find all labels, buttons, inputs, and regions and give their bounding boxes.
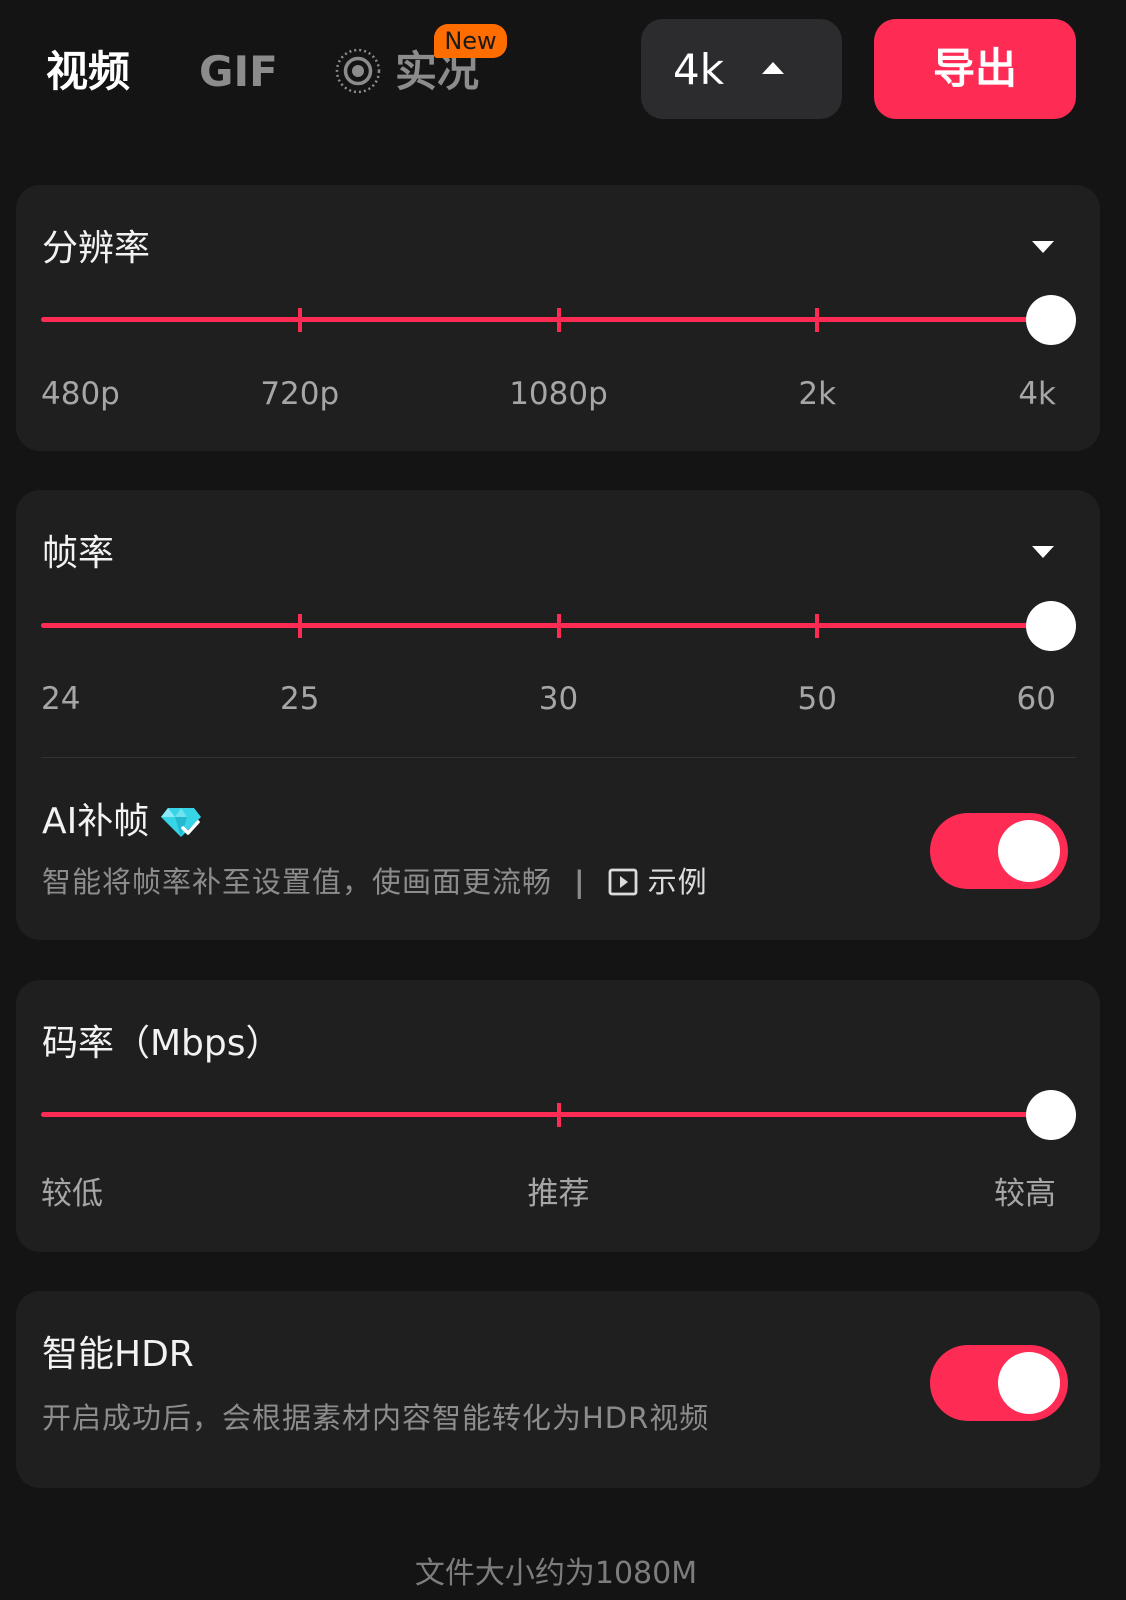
resolution-option-label: 1080p xyxy=(509,376,608,412)
bitrate-slider[interactable] xyxy=(41,1090,1076,1140)
resolution-tick xyxy=(556,308,561,332)
ai-interpolation-title-row: AI补帧 xyxy=(42,800,202,844)
frame-rate-slider[interactable] xyxy=(41,601,1076,651)
frame-rate-slider-thumb[interactable] xyxy=(1026,601,1076,651)
bitrate-option-label: 推荐 xyxy=(527,1176,590,1212)
smart-hdr-title: 智能HDR xyxy=(42,1334,194,1375)
resolution-title: 分辨率 xyxy=(42,228,151,269)
bitrate-labels: 较低 推荐 较高 xyxy=(41,1175,1076,1213)
ai-interpolation-description: 智能将帧率补至设置值，使画面更流畅 xyxy=(42,865,553,899)
live-photo-icon xyxy=(335,48,381,94)
frame-rate-option-label: 50 xyxy=(797,681,837,717)
resolution-labels: 480p 720p 1080p 2k 4k xyxy=(41,375,1076,413)
diamond-icon xyxy=(161,808,202,837)
resolution-option-label: 2k xyxy=(798,376,837,412)
ai-interpolation-title: AI补帧 xyxy=(42,801,150,842)
bitrate-option-label: 较低 xyxy=(41,1176,103,1212)
caret-down-icon[interactable] xyxy=(1032,241,1054,253)
ai-interpolation-description-row: 智能将帧率补至设置值，使画面更流畅 | 示例 xyxy=(42,863,708,901)
caret-up-icon xyxy=(762,62,784,74)
new-badge: New xyxy=(434,24,507,58)
smart-hdr-description: 开启成功后，会根据素材内容智能转化为HDR视频 xyxy=(42,1401,710,1435)
toggle-knob xyxy=(998,1352,1060,1414)
example-link[interactable]: 示例 xyxy=(648,863,708,901)
file-size-estimate: 文件大小约为1080M xyxy=(414,1556,698,1591)
tab-gif[interactable]: GIF xyxy=(199,47,278,97)
frame-rate-option-label: 24 xyxy=(41,681,81,717)
frame-rate-tick xyxy=(297,614,302,638)
frame-rate-option-label: 30 xyxy=(538,681,579,717)
quality-selector[interactable]: 4k xyxy=(641,19,842,119)
bitrate-tick xyxy=(556,1103,561,1127)
frame-rate-card: 帧率 24 25 30 50 60 AI补帧 智能将帧率补至设置值，使画面更流畅 | 示… xyxy=(16,490,1100,940)
smart-hdr-card: 智能HDR 开启成功后，会根据素材内容智能转化为HDR视频 xyxy=(16,1291,1100,1488)
frame-rate-option-label: 60 xyxy=(1016,681,1056,717)
bitrate-slider-thumb[interactable] xyxy=(1026,1090,1076,1140)
caret-down-icon[interactable] xyxy=(1032,546,1054,558)
play-box-icon[interactable] xyxy=(608,868,638,896)
frame-rate-labels: 24 25 30 50 60 xyxy=(41,680,1076,718)
separator: | xyxy=(574,865,586,899)
resolution-tick xyxy=(815,308,820,332)
bitrate-card: 码率（Mbps） 较低 推荐 较高 xyxy=(16,980,1100,1252)
frame-rate-tick xyxy=(556,614,561,638)
bitrate-title: 码率（Mbps） xyxy=(42,1023,282,1064)
bitrate-option-label: 较高 xyxy=(994,1176,1056,1212)
resolution-slider-thumb[interactable] xyxy=(1026,295,1076,345)
resolution-card: 分辨率 480p 720p 1080p 2k 4k xyxy=(16,185,1100,451)
tab-video[interactable]: 视频 xyxy=(46,47,130,97)
resolution-option-label: 4k xyxy=(1018,376,1056,412)
resolution-slider[interactable] xyxy=(41,295,1076,345)
frame-rate-title: 帧率 xyxy=(42,533,115,574)
toggle-knob xyxy=(998,820,1060,882)
frame-rate-option-label: 25 xyxy=(280,681,320,717)
frame-rate-tick xyxy=(815,614,820,638)
divider xyxy=(41,757,1076,758)
quality-value: 4k xyxy=(673,45,725,94)
export-button[interactable]: 导出 xyxy=(874,19,1076,119)
ai-interpolation-toggle[interactable] xyxy=(930,813,1068,889)
resolution-tick xyxy=(297,308,302,332)
smart-hdr-toggle[interactable] xyxy=(930,1345,1068,1421)
resolution-option-label: 720p xyxy=(260,376,340,412)
resolution-option-label: 480p xyxy=(41,376,120,412)
